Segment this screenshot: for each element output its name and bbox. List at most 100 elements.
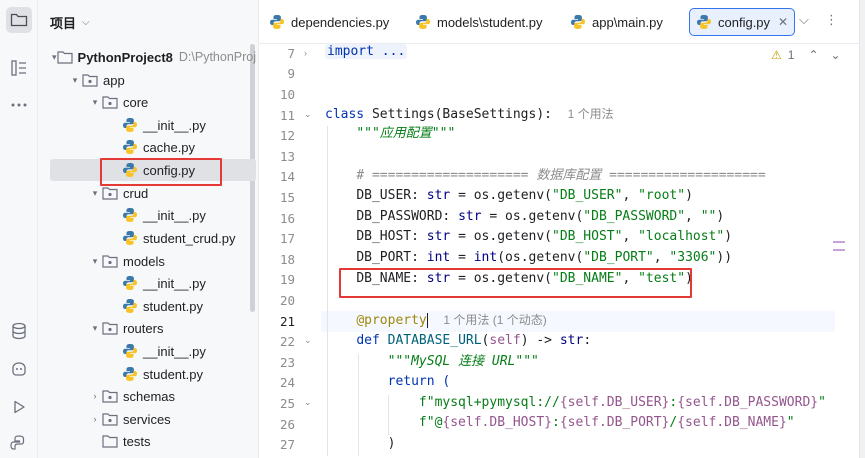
line-number: 13	[279, 149, 295, 164]
code-line-15: DB_USER: str = os.getenv("DB_USER", "roo…	[356, 188, 693, 203]
tree-item-label: crud	[123, 185, 149, 201]
code-line-21: @property 1 个用法 (1 个动态)	[356, 313, 547, 328]
line-number: 21	[279, 314, 295, 329]
tree-item-file[interactable]: __init__.py	[38, 114, 256, 136]
tree-item-label: __init__.py	[143, 343, 206, 359]
project-view-selector[interactable]: 项目 ⌵	[50, 12, 90, 32]
tree-item-label: cache.py	[143, 139, 196, 155]
tree-item-file[interactable]: student.py	[38, 295, 256, 317]
chevron-down-icon[interactable]: ⌄	[831, 48, 841, 62]
tab-label: app\main.py	[592, 14, 663, 30]
tree-item-file[interactable]: cache.py	[38, 136, 256, 158]
tab-dependencies[interactable]: dependencies.py	[263, 8, 395, 36]
package-folder-icon	[82, 72, 98, 88]
usage-hint[interactable]: 1 个用法	[568, 107, 614, 121]
python-packages-icon[interactable]	[6, 356, 32, 382]
tree-item-app[interactable]: ▾ app	[38, 69, 256, 91]
tree-item-file[interactable]: __init__.py	[38, 340, 256, 362]
project-root-path: D:\PythonProj	[178, 50, 257, 64]
code-line-7: import ...	[325, 44, 408, 63]
tab-models-student[interactable]: models\student.py	[409, 8, 549, 36]
python-file-icon	[122, 275, 138, 291]
tab-label: models\student.py	[437, 14, 543, 30]
python-file-icon	[122, 230, 138, 246]
chevron-right-icon: ›	[93, 391, 97, 401]
code-editor[interactable]: import ... class Settings(BaseSettings):…	[325, 44, 835, 458]
tree-item-label: student.py	[143, 298, 203, 314]
structure-icon[interactable]	[6, 55, 32, 81]
folded-imports[interactable]: import ...	[325, 44, 408, 59]
line-number: 19	[279, 272, 295, 287]
tree-item-file[interactable]: __init__.py	[38, 204, 256, 226]
tree-root[interactable]: ▾ PythonProject8 D:\PythonProj	[38, 46, 256, 68]
python-file-icon	[122, 298, 138, 314]
tree-item-label: tests	[123, 433, 151, 449]
python-file-icon	[570, 14, 586, 30]
right-tool-strip	[859, 0, 865, 458]
tree-item-file[interactable]: student.py	[38, 363, 256, 385]
tree-item-tests[interactable]: tests	[38, 430, 256, 452]
chevron-down-icon: ▾	[72, 74, 78, 85]
tree-item-label: __init__.py	[143, 117, 206, 133]
chevron-down-icon: ▾	[92, 187, 98, 198]
line-number: 15	[279, 190, 295, 205]
python-file-icon	[269, 14, 285, 30]
warning-icon: ⚠	[771, 48, 782, 62]
line-number: 17	[279, 231, 295, 246]
chevron-down-icon: ⌵	[82, 16, 90, 28]
code-line-17: DB_HOST: str = os.getenv("DB_HOST", "loc…	[356, 229, 733, 244]
python-file-icon	[122, 343, 138, 359]
tree-item-label: models	[123, 253, 165, 269]
chevron-down-icon: ▾	[92, 96, 98, 107]
highlight-box-db-name	[339, 268, 692, 298]
chevron-down-icon[interactable]: ⌄	[304, 109, 312, 120]
chevron-up-icon[interactable]: ⌃	[808, 48, 818, 62]
more-vertical-icon[interactable]: ⋮	[825, 12, 838, 28]
package-folder-icon	[102, 411, 118, 427]
folder-icon	[102, 433, 118, 449]
close-icon[interactable]: ✕	[778, 15, 788, 29]
change-marker[interactable]	[833, 241, 845, 243]
editor-tab-bar: dependencies.py models\student.py app\ma…	[259, 0, 865, 44]
tree-item-core[interactable]: ▾ core	[38, 91, 256, 113]
code-line-24: return (	[387, 374, 451, 389]
database-icon[interactable]	[6, 318, 32, 344]
chevron-down-icon[interactable]: ⌄	[304, 397, 312, 408]
chevron-down-icon[interactable]: ⌄	[304, 335, 312, 346]
tree-item-file[interactable]: student_crud.py	[38, 227, 256, 249]
python-file-icon	[415, 14, 431, 30]
tree-item-routers[interactable]: ▾ routers	[38, 317, 256, 339]
code-line-16: DB_PASSWORD: str = os.getenv("DB_PASSWOR…	[356, 209, 725, 224]
tab-app-main[interactable]: app\main.py	[564, 8, 669, 36]
tree-item-label: app	[103, 72, 125, 88]
line-number: 11	[279, 108, 295, 123]
tree-item-label: routers	[123, 320, 164, 336]
tree-item-label: student_crud.py	[143, 230, 236, 246]
highlight-box-config	[100, 158, 222, 186]
tree-item-label: schemas	[123, 388, 176, 404]
tree-item-services[interactable]: › services	[38, 408, 256, 430]
line-number: 14	[279, 169, 295, 184]
tree-item-file[interactable]: __init__.py	[38, 272, 256, 294]
usage-hint[interactable]: 1 个用法 (1 个动态)	[443, 313, 546, 327]
line-number: 24	[279, 375, 295, 390]
tree-item-schemas[interactable]: › schemas	[38, 385, 256, 407]
chevron-down-icon[interactable]: ⌵	[799, 12, 809, 28]
more-icon[interactable]	[6, 92, 32, 118]
inspections-widget[interactable]: ⚠ 1 ⌃ ⌄	[771, 47, 841, 63]
run-icon[interactable]	[6, 394, 32, 420]
line-number: 25	[279, 396, 295, 411]
tree-item-models[interactable]: ▾ models	[38, 250, 256, 272]
chevron-right-icon[interactable]: ›	[304, 48, 307, 58]
tab-label: config.py	[718, 14, 771, 30]
project-panel: 项目 ⌵ ▾ PythonProject8 D:\PythonProj ▾ ap…	[38, 0, 259, 458]
tab-config[interactable]: config.py ✕	[689, 8, 796, 36]
project-title: 项目	[50, 15, 77, 31]
change-marker[interactable]	[833, 249, 845, 251]
line-number: 16	[279, 211, 295, 226]
line-number: 7	[287, 46, 295, 61]
folder-icon	[56, 49, 73, 65]
code-line-26: f"@{self.DB_HOST}:{self.DB_PORT}/{self.D…	[418, 415, 795, 430]
python-console-icon[interactable]	[6, 430, 32, 456]
folder-icon[interactable]	[6, 7, 32, 33]
